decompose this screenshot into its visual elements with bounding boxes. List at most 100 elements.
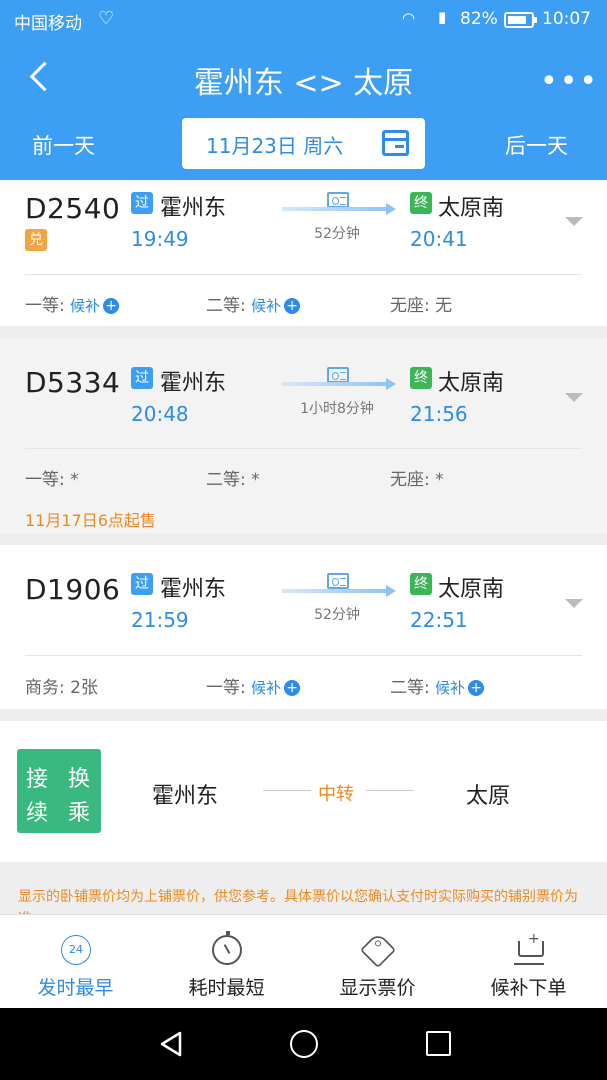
seat-first-class[interactable]: 一等: 候补 + xyxy=(25,291,120,316)
route-arrow-icon xyxy=(282,585,396,597)
date-picker[interactable]: 11月23日 周六 xyxy=(182,118,425,169)
from-station: 霍州东 xyxy=(160,371,227,396)
train-code: D5334 xyxy=(25,366,121,399)
nav-home-icon[interactable] xyxy=(290,1030,318,1058)
route-arrow-icon xyxy=(282,203,396,215)
divider xyxy=(25,448,582,449)
nav-back-icon[interactable] xyxy=(158,1030,184,1058)
divider xyxy=(263,790,311,791)
id-card-icon xyxy=(327,573,349,589)
plus-circle-icon: + xyxy=(468,680,485,696)
badge-char: 接 xyxy=(26,767,49,792)
seat-label: 二等: xyxy=(206,470,246,490)
battery-percent: 82% xyxy=(460,9,498,29)
seat-label: 一等: xyxy=(25,470,65,490)
seat-first-class[interactable]: 一等: 候补 + xyxy=(206,673,301,698)
terminal-badge: 终 xyxy=(410,192,432,214)
to-station: 太原南 xyxy=(438,196,505,221)
arrive-time: 20:41 xyxy=(410,227,468,251)
seat-label: 二等: xyxy=(206,296,246,316)
system-nav-bar xyxy=(0,1008,607,1080)
badge-char: 续 xyxy=(26,801,49,826)
id-card-icon xyxy=(327,192,349,208)
chevron-down-icon[interactable] xyxy=(565,599,583,608)
notice-text: 显示的卧铺票价均为上铺票价，供您参考。具体票价以您确认支付时实际购买的铺别票价为… xyxy=(18,889,578,914)
more-menu-icon[interactable]: ••• xyxy=(540,64,599,99)
seat-first-class: 一等: * xyxy=(25,465,79,490)
seat-label: 一等: xyxy=(206,678,246,698)
tab-label: 显示票价 xyxy=(339,977,416,999)
terminal-badge: 终 xyxy=(410,573,432,595)
pass-badge: 过 xyxy=(131,192,153,214)
chevron-down-icon[interactable] xyxy=(565,217,583,226)
status-bar: 中国移动 ♡ ◠ ▮ 82% 10:07 xyxy=(0,0,607,42)
price-notice: 显示的卧铺票价均为上铺票价，供您参考。具体票价以您确认支付时实际购买的铺别票价为… xyxy=(0,870,607,914)
clock-time: 10:07 xyxy=(542,9,591,29)
train-card-d1906[interactable]: D1906 过 霍州东 21:59 52分钟 终 太原南 22:51 商务: 2… xyxy=(0,545,607,709)
to-station: 太原南 xyxy=(438,577,505,602)
depart-time: 20:48 xyxy=(131,402,189,426)
chevron-down-icon[interactable] xyxy=(565,393,583,402)
train-card-d2540[interactable]: D2540 兑 过 霍州东 19:49 52分钟 终 太原南 20:41 一等:… xyxy=(0,180,607,326)
divider xyxy=(25,655,582,656)
next-day-button[interactable]: 后一天 xyxy=(505,130,568,160)
timer-icon xyxy=(212,931,242,965)
from-station: 霍州东 xyxy=(160,196,227,221)
seat-business-class[interactable]: 商务: 2张 xyxy=(25,673,98,698)
seat-second-class[interactable]: 二等: 候补 + xyxy=(390,673,485,698)
seat-value: 候补 xyxy=(251,297,282,315)
seat-no-seat: 无座: 无 xyxy=(390,291,452,316)
seat-value: 2张 xyxy=(70,678,98,698)
seat-second-class[interactable]: 二等: 候补 + xyxy=(206,291,301,316)
duration: 52分钟 xyxy=(314,226,360,242)
seat-value: 候补 xyxy=(435,679,466,697)
train-code: D1906 xyxy=(25,573,121,606)
tab-show-price[interactable]: 显示票价 xyxy=(302,915,453,1009)
transfer-card[interactable]: 接 换 续 乘 霍州东 中转 太原 xyxy=(0,721,607,862)
from-station: 霍州东 xyxy=(160,577,227,602)
bottom-toolbar: 24 发时最早 耗时最短 显示票价 候补下单 xyxy=(0,914,607,1008)
back-button[interactable] xyxy=(24,58,60,98)
signal-icon: ▮ xyxy=(438,8,447,26)
transfer-middle: 中转 xyxy=(318,784,354,805)
pass-badge: 过 xyxy=(131,573,153,595)
duration: 1小时8分钟 xyxy=(300,401,374,417)
depart-time: 19:49 xyxy=(131,227,189,251)
sale-start-note: 11月17日6点起售 xyxy=(25,511,156,530)
badge-char: 乘 xyxy=(68,801,91,826)
depart-time: 21:59 xyxy=(131,608,189,632)
pass-badge: 过 xyxy=(131,367,153,389)
seat-no-seat: 无座: * xyxy=(390,465,444,490)
seat-value: * xyxy=(435,470,444,490)
seat-value: 候补 xyxy=(70,297,101,315)
tab-waitlist-order[interactable]: 候补下单 xyxy=(453,915,604,1009)
plus-circle-icon: + xyxy=(284,298,301,314)
seat-label: 无座: xyxy=(390,296,430,316)
seat-label: 无座: xyxy=(390,470,430,490)
arrive-time: 21:56 xyxy=(410,402,468,426)
seat-value: * xyxy=(251,470,260,490)
tab-label: 耗时最短 xyxy=(188,977,265,999)
prev-day-button[interactable]: 前一天 xyxy=(32,130,95,160)
train-code: D2540 xyxy=(25,192,121,225)
plus-circle-icon: + xyxy=(103,298,120,314)
seat-value: 候补 xyxy=(251,679,282,697)
route-arrow-icon xyxy=(282,378,396,390)
duration: 52分钟 xyxy=(314,607,360,623)
calendar-icon xyxy=(382,130,409,156)
seat-label: 商务: xyxy=(25,678,65,698)
transfer-to: 太原 xyxy=(466,784,511,809)
transfer-badge: 接 换 续 乘 xyxy=(17,749,101,833)
tab-earliest-departure[interactable]: 24 发时最早 xyxy=(0,915,151,1009)
train-card-d5334[interactable]: D5334 过 霍州东 20:48 1小时8分钟 终 太原南 21:56 一等:… xyxy=(0,338,607,533)
tab-label: 候补下单 xyxy=(490,977,567,999)
heart-icon: ♡ xyxy=(98,8,115,29)
badge-char: 换 xyxy=(68,767,91,792)
seat-label: 一等: xyxy=(25,296,65,316)
carrier-label: 中国移动 xyxy=(14,14,82,34)
seat-value: * xyxy=(70,470,79,490)
tab-shortest-duration[interactable]: 耗时最短 xyxy=(151,915,302,1009)
cart-plus-icon xyxy=(514,931,544,965)
divider xyxy=(25,274,582,275)
nav-recent-icon[interactable] xyxy=(426,1031,451,1056)
